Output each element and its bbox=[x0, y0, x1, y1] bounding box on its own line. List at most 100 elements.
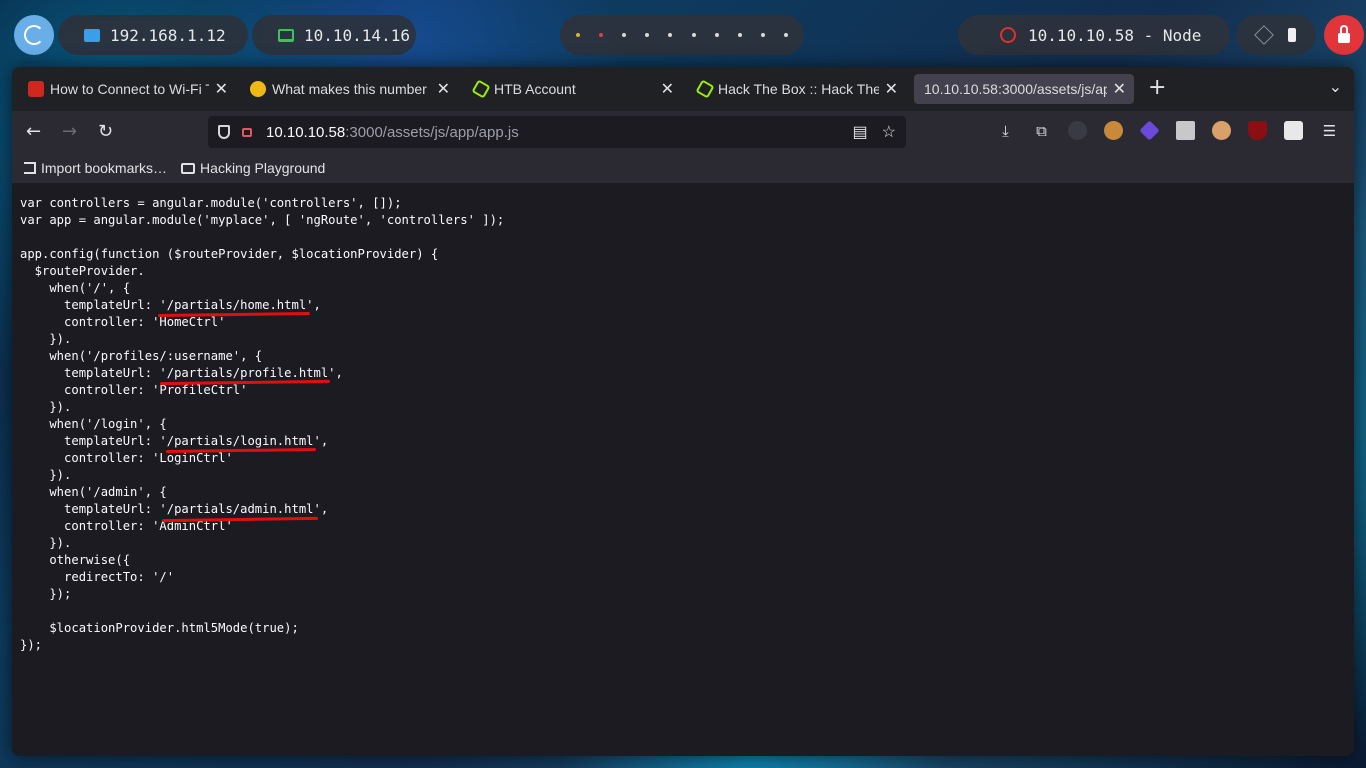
url-bar[interactable]: 10.10.10.58:3000/assets/js/app/app.js ▤ … bbox=[208, 116, 906, 148]
layers-extension-icon[interactable] bbox=[1139, 120, 1160, 141]
code-line: var controllers = angular.module('contro… bbox=[20, 196, 402, 210]
reload-icon[interactable]: ↻ bbox=[98, 121, 113, 142]
code-line: }); bbox=[20, 587, 72, 601]
tab-title: Hack The Box :: Hack The B bbox=[718, 81, 879, 97]
muted-speaker-icon[interactable] bbox=[1253, 25, 1274, 45]
extensions-toolbar: ⤓ ⧉ ☰ bbox=[996, 120, 1339, 141]
chevron-down-icon[interactable]: ⌄ bbox=[1329, 77, 1342, 96]
code-line: templateUrl: '/partials/login.html', bbox=[20, 434, 329, 448]
os-menu-button[interactable] bbox=[14, 15, 54, 55]
code-line: app.config(function ($routeProvider, $lo… bbox=[20, 247, 439, 261]
laptop-icon bbox=[278, 28, 294, 42]
code-line: templateUrl: '/partials/home.html', bbox=[20, 298, 321, 312]
htb-cube-icon bbox=[695, 79, 715, 99]
extensions-puzzle-icon[interactable]: ⧉ bbox=[1032, 121, 1051, 140]
code-line: templateUrl: '/partials/profile.html', bbox=[20, 366, 343, 380]
code-line: otherwise({ bbox=[20, 553, 131, 567]
compass-favicon-icon bbox=[250, 81, 266, 97]
debian-icon bbox=[24, 25, 44, 45]
htb-cube-icon bbox=[471, 79, 491, 99]
code-line: controller: 'HomeCtrl' bbox=[20, 315, 226, 329]
code-line: }). bbox=[20, 468, 72, 482]
lock-screen-button[interactable] bbox=[1324, 15, 1364, 55]
tab-bar: How to Connect to Wi-Fi Th ✕ What makes … bbox=[12, 67, 1354, 111]
url-host: 10.10.10.58 bbox=[266, 123, 346, 141]
browser-window: How to Connect to Wi-Fi Th ✕ What makes … bbox=[12, 67, 1354, 756]
code-line: when('/', { bbox=[20, 281, 131, 295]
code-line: var app = angular.module('myplace', [ 'n… bbox=[20, 213, 505, 227]
network-icon bbox=[84, 28, 100, 42]
code-line: when('/login', { bbox=[20, 417, 167, 431]
tab-hackthebox[interactable]: Hack The Box :: Hack The B ✕ bbox=[688, 74, 906, 104]
code-line: }). bbox=[20, 400, 72, 414]
owl-extension-icon[interactable] bbox=[1068, 121, 1087, 140]
close-icon[interactable]: ✕ bbox=[1113, 79, 1126, 99]
tab-number[interactable]: What makes this number s ✕ bbox=[240, 74, 458, 104]
close-icon[interactable]: ✕ bbox=[885, 79, 898, 99]
tab-title: What makes this number s bbox=[272, 81, 431, 97]
code-line: }). bbox=[20, 332, 72, 346]
reader-view-icon[interactable]: ▤ bbox=[853, 122, 868, 142]
workspace-dot[interactable] bbox=[598, 33, 603, 37]
workspace-switcher[interactable] bbox=[560, 15, 804, 55]
tab-htb-account[interactable]: HTB Account ✕ bbox=[464, 74, 682, 104]
workspace-dot[interactable] bbox=[645, 33, 650, 37]
target-text: 10.10.10.58 - Node bbox=[1028, 25, 1202, 45]
workspace-dot[interactable] bbox=[575, 33, 580, 37]
new-tab-icon[interactable]: + bbox=[1148, 75, 1166, 100]
vpn-ip-text: 10.10.14.16 bbox=[304, 25, 410, 45]
shield-icon[interactable] bbox=[218, 125, 230, 139]
code-line: when('/admin', { bbox=[20, 485, 167, 499]
close-icon[interactable]: ✕ bbox=[437, 79, 450, 99]
tab-title: 10.10.10.58:3000/assets/js/app bbox=[924, 81, 1107, 97]
foxyproxy-extension-icon[interactable] bbox=[1212, 121, 1231, 140]
workspace-dot[interactable] bbox=[621, 33, 626, 37]
ublock-origin-icon[interactable] bbox=[1248, 121, 1267, 140]
bookmark-star-icon[interactable]: ☆ bbox=[882, 122, 896, 142]
lock-icon bbox=[1338, 25, 1350, 43]
system-tray bbox=[1236, 15, 1316, 55]
code-line: }); bbox=[20, 638, 43, 652]
vpn-ip-indicator[interactable]: 10.10.14.16 bbox=[252, 15, 416, 55]
page-content: var controllers = angular.module('contro… bbox=[12, 183, 1354, 756]
bookmark-label: Hacking Playground bbox=[200, 160, 326, 176]
code-line: templateUrl: '/partials/admin.html', bbox=[20, 502, 329, 516]
back-arrow-icon[interactable]: ← bbox=[26, 121, 41, 142]
url-path: :3000/assets/js/app/app.js bbox=[345, 123, 519, 141]
close-icon[interactable]: ✕ bbox=[215, 79, 228, 99]
bookmark-folder-hacking[interactable]: Hacking Playground bbox=[181, 160, 325, 176]
tab-app-js[interactable]: 10.10.10.58:3000/assets/js/app ✕ bbox=[914, 74, 1134, 104]
forward-arrow-icon[interactable]: → bbox=[62, 121, 77, 142]
hamburger-menu-icon[interactable]: ☰ bbox=[1320, 121, 1339, 140]
target-indicator[interactable]: 10.10.10.58 - Node bbox=[958, 15, 1230, 55]
workspace-dot[interactable] bbox=[714, 33, 719, 37]
bookmark-label: Import bookmarks… bbox=[41, 160, 168, 176]
tab-title: HTB Account bbox=[494, 81, 576, 97]
workspace-dot[interactable] bbox=[761, 33, 766, 37]
bookmarks-toolbar: Import bookmarks… Hacking Playground bbox=[12, 153, 1354, 184]
folder-icon bbox=[181, 162, 196, 174]
workspace-dot[interactable] bbox=[691, 33, 696, 37]
tab-wifi[interactable]: How to Connect to Wi-Fi Th ✕ bbox=[18, 74, 236, 104]
workspace-dot[interactable] bbox=[737, 33, 742, 37]
crosshair-icon bbox=[1000, 27, 1016, 43]
qr-code-extension-icon[interactable] bbox=[1284, 121, 1303, 140]
top-panel: 192.168.1.12 10.10.14.16 10.10.10.58 - N… bbox=[0, 0, 1366, 68]
code-line: when('/profiles/:username', { bbox=[20, 349, 263, 363]
workspace-dot[interactable] bbox=[668, 33, 673, 37]
code-line: }). bbox=[20, 536, 72, 550]
insecure-lock-icon[interactable] bbox=[242, 127, 252, 137]
home-ip-indicator[interactable]: 192.168.1.12 bbox=[58, 15, 248, 55]
download-icon[interactable]: ⤓ bbox=[996, 121, 1015, 140]
home-ip-text: 192.168.1.12 bbox=[110, 25, 226, 45]
bookmark-import[interactable]: Import bookmarks… bbox=[24, 160, 167, 176]
code-line: controller: 'LoginCtrl' bbox=[20, 451, 233, 465]
close-icon[interactable]: ✕ bbox=[661, 79, 674, 99]
cookie-extension-icon[interactable] bbox=[1104, 121, 1123, 140]
code-line: $locationProvider.html5Mode(true); bbox=[20, 621, 299, 635]
battery-icon[interactable] bbox=[1287, 28, 1296, 42]
code-line: controller: 'ProfileCtrl' bbox=[20, 383, 248, 397]
container-extension-icon[interactable] bbox=[1176, 121, 1195, 140]
source-code: var controllers = angular.module('contro… bbox=[20, 195, 504, 654]
workspace-dot[interactable] bbox=[784, 33, 789, 37]
